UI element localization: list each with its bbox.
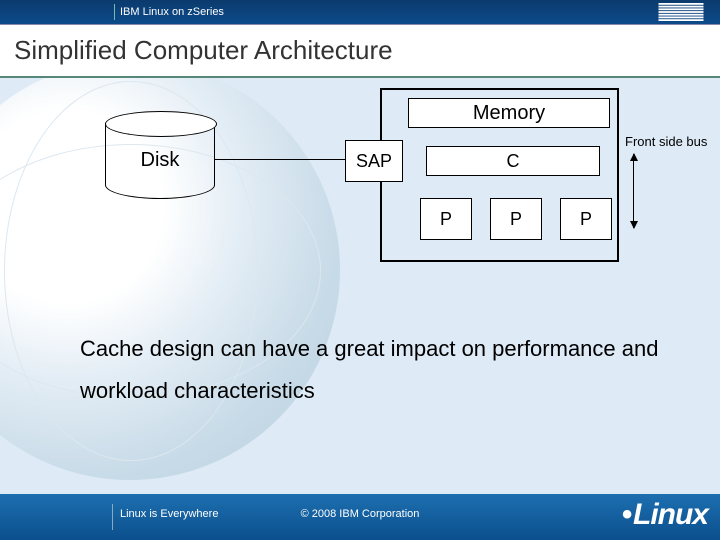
linux-logo: •Linux xyxy=(621,498,708,532)
processor-box-3: P xyxy=(560,198,612,240)
footer-bar: Linux is Everywhere © 2008 IBM Corporati… xyxy=(0,494,720,540)
disk-shape: Disk xyxy=(105,123,215,198)
disk-label: Disk xyxy=(105,149,215,172)
processor-box-2: P xyxy=(490,198,542,240)
memory-box: Memory xyxy=(408,98,610,128)
diagram-area: Disk Memory SAP C P P P Front side bus C… xyxy=(0,78,720,438)
topbar-title: IBM Linux on zSeries xyxy=(120,6,224,18)
cache-box: C xyxy=(426,146,600,176)
slide: IBM Linux on zSeries Simplified Computer… xyxy=(0,0,720,540)
footer-copyright: © 2008 IBM Corporation xyxy=(0,508,720,520)
body-text: Cache design can have a great impact on … xyxy=(80,328,690,412)
sap-box: SAP xyxy=(345,140,403,182)
page-title: Simplified Computer Architecture xyxy=(0,24,720,78)
top-bar: IBM Linux on zSeries xyxy=(0,0,720,24)
front-side-bus-arrow-icon xyxy=(633,154,634,228)
ibm-logo-icon xyxy=(656,3,706,21)
connector-disk-sap xyxy=(215,159,345,160)
processor-box-1: P xyxy=(420,198,472,240)
front-side-bus-label: Front side bus xyxy=(625,134,707,149)
